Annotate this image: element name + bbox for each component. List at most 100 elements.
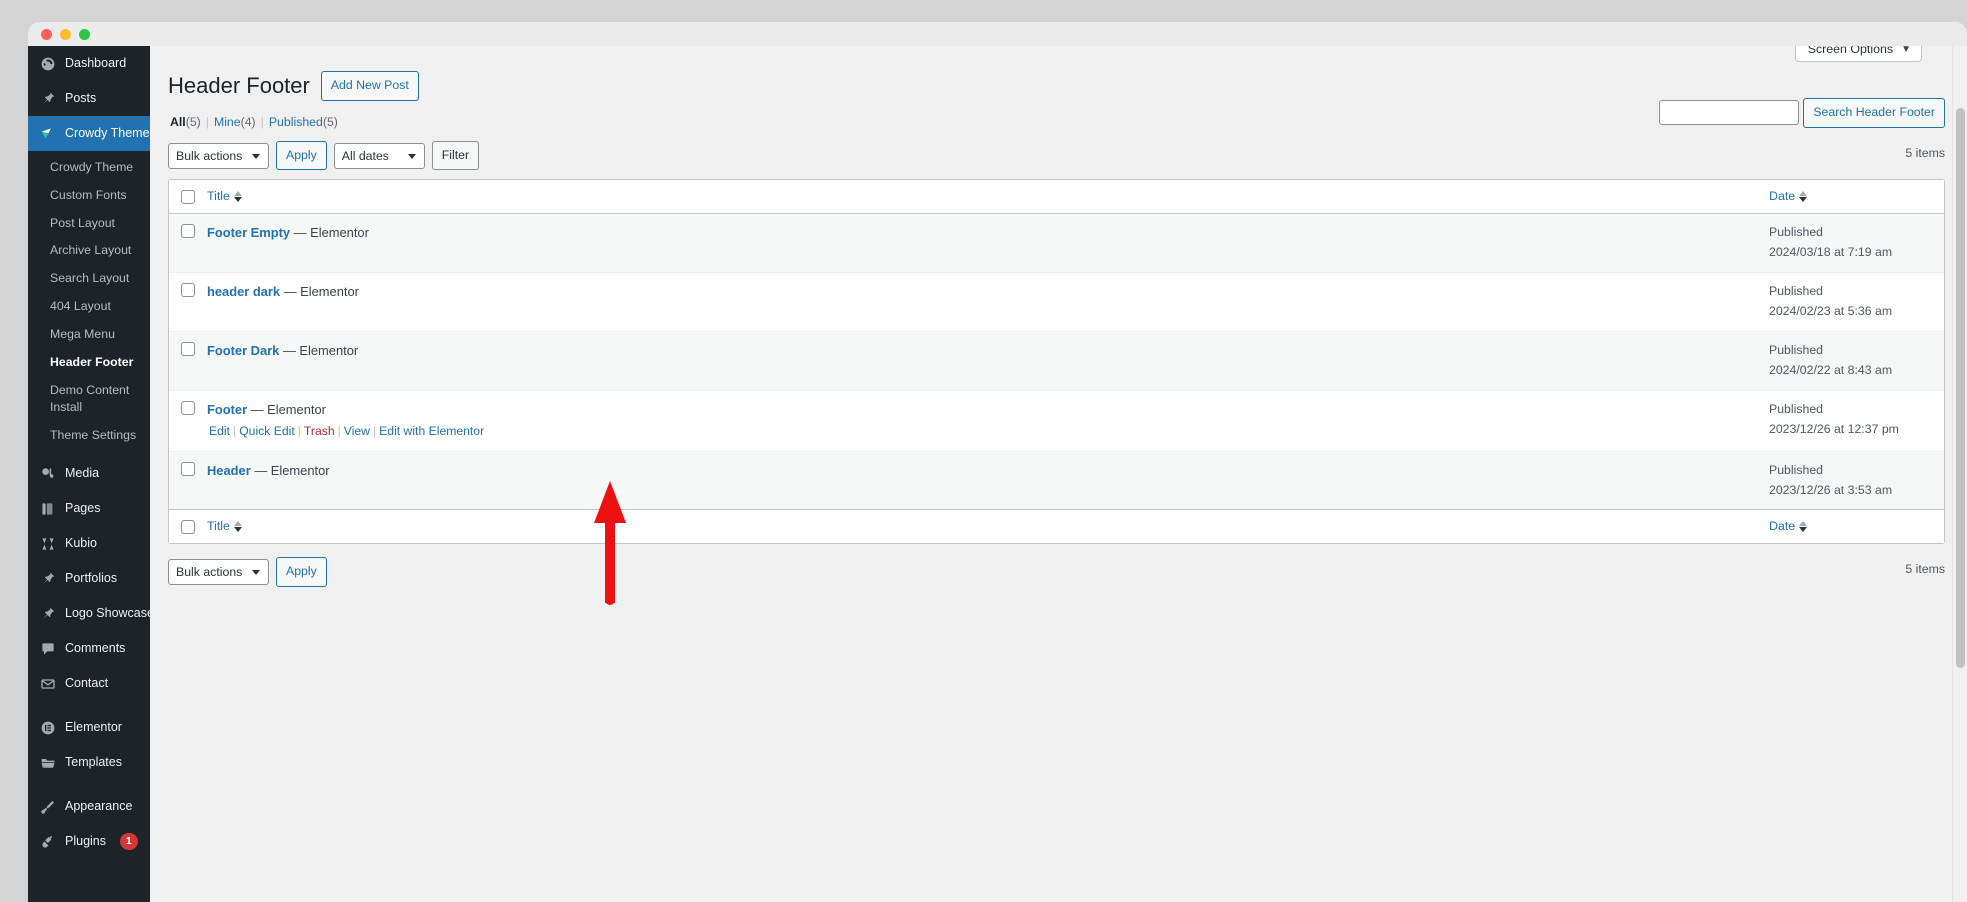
sort-indicator-icon [233,190,242,202]
sort-title-bottom[interactable]: Title [207,519,242,533]
add-new-post-button[interactable]: Add New Post [320,71,419,101]
submenu-item-post-layout[interactable]: Post Layout [28,210,150,238]
row-title-link[interactable]: Footer [207,402,247,417]
sidebar-item-label: Media [65,466,100,481]
media-icon [39,465,56,482]
table-row: header dark — Elementor Published 2024/0… [169,273,1944,332]
row-action-edit[interactable]: Edit [209,424,230,438]
submenu-item-demo-content-install[interactable]: Demo Content Install [28,377,150,423]
comment-icon [39,640,56,657]
row-date-cell: Published 2024/03/18 at 7:19 am [1769,214,1944,274]
sidebar-item-templates[interactable]: Templates [28,745,150,780]
table-footer-row: Title Date [169,509,1944,544]
row-checkbox[interactable] [181,283,195,298]
row-title-suffix: — Elementor [254,462,330,478]
desktop-background: Dashboard Posts Crowdy Theme Crowdy Them… [0,0,1967,902]
filter-link-all[interactable]: All [170,115,186,129]
row-checkbox[interactable] [181,341,195,356]
column-date-label: Date [1769,519,1796,534]
row-title-link[interactable]: Footer Dark [207,343,279,358]
submenu-item-theme-settings[interactable]: Theme Settings [28,422,150,450]
search-submit-button[interactable]: Search Header Footer [1803,98,1945,128]
sidebar-item-comments[interactable]: Comments [28,631,150,666]
screen-options-tab[interactable]: Screen Options ▼ [1794,46,1922,62]
bulk-actions-select-bottom[interactable]: Bulk actions [168,559,269,586]
sidebar-item-media[interactable]: Media [28,456,150,491]
sidebar-divider [28,701,150,710]
column-title-label: Title [207,189,230,204]
row-action-view[interactable]: View [344,424,370,438]
submenu-item-archive-layout[interactable]: Archive Layout [28,237,150,265]
select-all-checkbox-top[interactable] [181,190,195,205]
sidebar-item-label: Plugins [65,834,106,849]
screen-options-label: Screen Options [1807,46,1894,56]
row-checkbox-cell [169,451,207,510]
search-box: Search Header Footer [1659,98,1945,128]
sort-indicator-icon [1799,190,1808,202]
filter-link-published[interactable]: Published [269,115,323,129]
row-checkbox[interactable] [181,461,195,476]
filter-link-mine[interactable]: Mine [214,115,241,129]
row-date: 2023/12/26 at 12:37 pm [1769,421,1899,436]
admin-content: Screen Options ▼ Header Footer Add New P… [150,46,1967,902]
crowdy-theme-submenu: Crowdy Theme Custom Fonts Post Layout Ar… [28,151,150,457]
row-date-cell: Published 2024/02/23 at 5:36 am [1769,273,1944,332]
close-window-button[interactable] [41,28,52,40]
row-checkbox[interactable] [181,400,195,415]
sidebar-item-dashboard[interactable]: Dashboard [28,46,150,81]
sidebar-item-pages[interactable]: Pages [28,491,150,526]
maximize-window-button[interactable] [79,28,90,40]
row-date-cell: Published 2024/02/22 at 8:43 am [1769,331,1944,391]
vertical-scrollbar[interactable] [1952,46,1967,902]
row-action-trash[interactable]: Trash [304,424,335,438]
scrollbar-thumb[interactable] [1956,108,1965,668]
sort-date-top[interactable]: Date [1769,189,1808,203]
admin-sidebar: Dashboard Posts Crowdy Theme Crowdy Them… [28,46,160,902]
folder-icon [39,754,56,771]
minimize-window-button[interactable] [60,28,71,40]
row-action-separator: | [372,424,377,439]
submenu-item-header-footer[interactable]: Header Footer [28,349,150,377]
row-title-link[interactable]: Footer Empty [207,225,290,240]
apply-bulk-action-button-bottom[interactable]: Apply [276,557,327,588]
submenu-item-404-layout[interactable]: 404 Layout [28,293,150,321]
sidebar-item-crowdy-theme[interactable]: Crowdy Theme [28,116,150,151]
kubio-icon [39,535,56,552]
apply-bulk-action-button-top[interactable]: Apply [276,140,327,171]
sidebar-item-posts[interactable]: Posts [28,81,150,116]
sidebar-item-appearance[interactable]: Appearance [28,789,150,824]
row-title-link[interactable]: Header [207,463,251,478]
row-action-separator: | [233,424,237,439]
row-title: Header — Elementor [207,461,1769,480]
row-checkbox[interactable] [181,224,195,239]
sidebar-item-label: Comments [65,641,126,656]
row-date: 2024/02/22 at 8:43 am [1769,362,1893,377]
table-head: Title Date [169,180,1944,215]
submenu-item-search-layout[interactable]: Search Layout [28,265,150,293]
submenu-item-mega-menu[interactable]: Mega Menu [28,321,150,349]
sidebar-item-plugins[interactable]: Plugins 1 [28,824,150,859]
sidebar-item-kubio[interactable]: Kubio [28,526,150,561]
sidebar-item-portfolios[interactable]: Portfolios [28,561,150,596]
row-action-edit-with-elementor[interactable]: Edit with Elementor [379,424,484,438]
column-header-date: Date [1769,180,1944,215]
row-action-quick-edit[interactable]: Quick Edit [239,424,295,438]
row-date-cell: Published 2023/12/26 at 12:37 pm [1769,391,1944,452]
row-title-link[interactable]: header dark [207,284,280,299]
content-inner: Screen Options ▼ Header Footer Add New P… [150,46,1967,902]
submenu-item-custom-fonts[interactable]: Custom Fonts [28,182,150,210]
sort-date-bottom[interactable]: Date [1769,519,1808,534]
table-header-row: Title Date [169,180,1944,215]
bulk-actions-select-top[interactable]: Bulk actions [168,142,269,169]
search-input[interactable] [1659,100,1800,126]
row-title-suffix: — Elementor [250,401,326,417]
sidebar-item-elementor[interactable]: Elementor [28,710,150,745]
sidebar-item-contact[interactable]: Contact [28,666,150,701]
posts-table: Title Date Footer Empty — Elementor Publ… [168,179,1945,545]
sidebar-item-logo-showcases[interactable]: Logo Showcases [28,596,160,631]
sort-title-top[interactable]: Title [207,189,242,203]
select-all-checkbox-bottom[interactable] [181,520,195,535]
submenu-item-crowdy-theme[interactable]: Crowdy Theme [28,154,150,182]
date-filter-select[interactable]: All dates [333,142,425,169]
filter-button[interactable]: Filter [431,140,480,171]
